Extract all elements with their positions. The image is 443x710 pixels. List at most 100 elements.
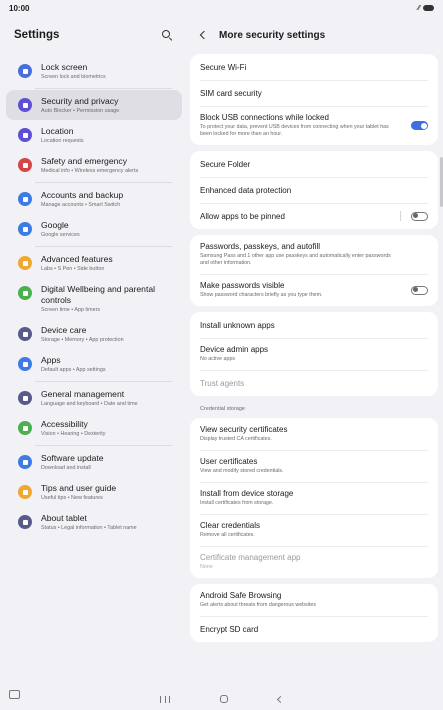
sidebar-item-device-care[interactable]: Device care Storage • Memory • App protec… (6, 319, 182, 349)
toggle-switch[interactable] (411, 285, 428, 295)
sidebar-item-software-update[interactable]: Software update Download and install (6, 447, 182, 477)
emergency-icon (18, 158, 32, 172)
setting-secure-folder[interactable]: Secure Folder (190, 151, 438, 177)
setting-enhanced-data-protection[interactable]: Enhanced data protection (190, 177, 438, 203)
toggle-switch[interactable] (411, 121, 428, 130)
sidebar-item-apps[interactable]: Apps Default apps • App settings (6, 349, 182, 379)
location-icon (18, 128, 32, 142)
sidebar-item-general-management[interactable]: General management Language and keyboard … (6, 383, 182, 413)
sidebar-item-safety-and-emergency[interactable]: Safety and emergency Medical info • Wirel… (6, 150, 182, 180)
setting-text: Passwords, passkeys, and autofill Samsung… (200, 242, 400, 267)
sidebar-item-label: Tips and user guide (41, 483, 117, 493)
toggle-wrap (405, 121, 428, 130)
device-care-icon (18, 327, 32, 341)
sidebar-item-text: Advanced features Labs • S Pen • Side but… (41, 254, 113, 272)
setting-trust-agents: Trust agents (190, 370, 438, 396)
sidebar-item-about-tablet[interactable]: About tablet Status • Legal information •… (6, 507, 182, 537)
setting-block-usb-connections-while-locked[interactable]: Block USB connections while locked To pro… (190, 106, 438, 145)
divider (400, 211, 401, 221)
setting-user-certificates[interactable]: User certificates View and modify stored … (190, 450, 438, 482)
sidebar-item-google[interactable]: Google Google services (6, 214, 182, 244)
setting-title: View security certificates (200, 425, 288, 434)
sidebar-group: Security and privacy Auto Blocker • Permi… (0, 88, 188, 182)
section-label-credential-storage: Credential storage (200, 406, 245, 412)
sidebar-item-location[interactable]: Location Location requests (6, 120, 182, 150)
home-button[interactable] (220, 695, 228, 703)
battery-icon (423, 5, 434, 11)
setting-clear-credentials[interactable]: Clear credentials Remove all certificates… (190, 514, 438, 546)
sidebar-item-security-and-privacy[interactable]: Security and privacy Auto Blocker • Permi… (6, 90, 182, 120)
update-icon (18, 455, 32, 469)
sidebar-item-accessibility[interactable]: Accessibility Vision • Hearing • Dexterit… (6, 413, 182, 443)
setting-sim-card-security[interactable]: SIM card security (190, 80, 438, 106)
setting-passwords-passkeys-and-autofill[interactable]: Passwords, passkeys, and autofill Samsung… (190, 235, 438, 274)
sidebar-item-label: Google (41, 220, 69, 230)
detail-panel: More security settings Secure Wi-Fi SIM c… (190, 16, 438, 686)
sidebar-group: Accounts and backup Manage accounts • Sma… (0, 182, 188, 246)
sidebar-item-accounts-and-backup[interactable]: Accounts and backup Manage accounts • Sma… (6, 184, 182, 214)
back-button[interactable] (276, 695, 285, 703)
sidebar-item-label: Safety and emergency (41, 156, 127, 166)
status-icons: ⁄⁄ (418, 5, 434, 12)
setting-install-unknown-apps[interactable]: Install unknown apps (190, 312, 438, 338)
sidebar-item-lock-screen[interactable]: Lock screen Screen lock and biometrics (6, 56, 182, 86)
setting-text: Encrypt SD card (200, 625, 258, 634)
sidebar-item-label: General management (41, 389, 125, 399)
page-title: Settings (14, 29, 60, 41)
setting-text: Secure Wi-Fi (200, 63, 246, 72)
sidebar-item-label: Accounts and backup (41, 190, 124, 200)
setting-make-passwords-visible[interactable]: Make passwords visible Show password char… (190, 274, 438, 306)
setting-text: Secure Folder (200, 160, 250, 169)
sidebar-item-summary: Storage • Memory • App protection (41, 337, 124, 343)
setting-title: Trust agents (200, 378, 245, 388)
setting-title: Block USB connections while locked (200, 113, 329, 122)
setting-install-from-device-storage[interactable]: Install from device storage Install certi… (190, 482, 438, 514)
sliders-icon (18, 391, 32, 405)
back-arrow-icon[interactable] (198, 29, 210, 41)
apps-icon (18, 357, 32, 371)
toggle-wrap (405, 285, 428, 295)
sidebar-group: Advanced features Labs • S Pen • Side but… (0, 246, 188, 381)
sidebar-item-text: About tablet Status • Legal information •… (41, 513, 137, 531)
setting-summary: No active apps (200, 356, 236, 362)
sidebar-item-summary: Useful tips • New features (41, 495, 103, 501)
detail-title: More security settings (219, 29, 326, 41)
setting-title: Install from device storage (200, 489, 294, 498)
setting-android-safe-browsing[interactable]: Android Safe Browsing Get alerts about th… (190, 584, 438, 616)
toggle-switch[interactable] (411, 211, 428, 221)
setting-encrypt-sd-card[interactable]: Encrypt SD card (190, 616, 438, 642)
setting-device-admin-apps[interactable]: Device admin apps No active apps (190, 338, 438, 370)
sidebar-item-tips-and-user-guide[interactable]: Tips and user guide Useful tips • New fea… (6, 477, 182, 507)
sidebar-group: Lock screen Screen lock and biometrics (0, 54, 188, 88)
sidebar-item-summary: Labs • S Pen • Side button (41, 266, 105, 272)
setting-text: Install unknown apps (200, 321, 275, 330)
credential-list: View security certificates Display truste… (190, 418, 438, 642)
setting-text: Enhanced data protection (200, 186, 291, 195)
bulb-icon (18, 485, 32, 499)
setting-title: User certificates (200, 457, 258, 466)
setting-summary: Show password characters briefly as you … (200, 292, 323, 298)
sidebar-item-text: Accounts and backup Manage accounts • Sma… (41, 190, 123, 208)
sidebar-item-text: Security and privacy Auto Blocker • Permi… (41, 96, 119, 114)
sidebar-group: Software update Download and install Tips … (0, 445, 188, 539)
setting-allow-apps-to-be-pinned[interactable]: Allow apps to be pinned (190, 203, 438, 229)
sidebar-item-summary: Location requests (41, 138, 84, 144)
sidebar-item-text: Tips and user guide Useful tips • New fea… (41, 483, 116, 501)
search-icon[interactable] (160, 28, 174, 42)
sidebar-item-digital-wellbeing-and-parental-controls[interactable]: Digital Wellbeing and parental controls S… (6, 278, 182, 319)
setting-title: Android Safe Browsing (200, 591, 282, 600)
recents-button[interactable] (160, 695, 170, 703)
setting-summary: View and modify stored credentials. (200, 468, 284, 474)
setting-text: Android Safe Browsing Get alerts about th… (200, 591, 316, 609)
sidebar-item-label: Security and privacy (41, 96, 119, 106)
shield-icon (18, 98, 32, 112)
sidebar-item-label: Device care (41, 325, 87, 335)
sidebar-item-advanced-features[interactable]: Advanced features Labs • S Pen • Side but… (6, 248, 182, 278)
setting-text: View security certificates Display truste… (200, 425, 287, 443)
setting-secure-wi-fi[interactable]: Secure Wi-Fi (190, 54, 438, 80)
settings-card: View security certificates Display truste… (190, 418, 438, 578)
settings-card: Secure Folder Enhanced data protection All… (190, 151, 438, 229)
setting-title: Certificate management app (200, 553, 301, 562)
setting-view-security-certificates[interactable]: View security certificates Display truste… (190, 418, 438, 450)
settings-sidebar: Settings Lock screen Screen lock and biom… (0, 16, 188, 686)
